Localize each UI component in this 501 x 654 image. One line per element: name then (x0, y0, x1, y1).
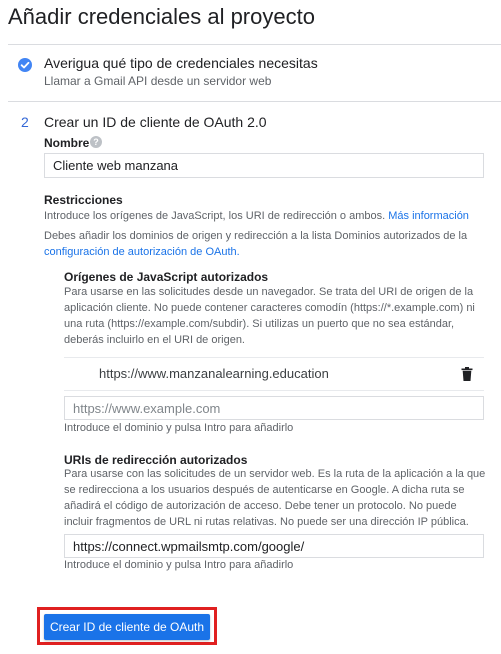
name-label: Nombre (44, 136, 90, 150)
redirect-uris-desc-line: incluir fragmentos de URL ni rutas relat… (64, 516, 469, 528)
js-origins-desc-line: Para usarse en las solicitudes desde un … (64, 286, 474, 298)
redirect-uris-desc-line: añadirá el código de autorización de acc… (64, 500, 457, 512)
restrictions-description: Introduce los orígenes de JavaScript, lo… (44, 208, 469, 224)
redirect-uris-desc-line: Para usarse con las solicitudes de un se… (64, 468, 486, 480)
divider (8, 101, 501, 102)
origin-row-top-border (64, 357, 484, 358)
divider (8, 44, 501, 45)
create-oauth-client-button[interactable]: Crear ID de cliente de OAuth (44, 614, 210, 640)
existing-origin-uri: https://www.manzanalearning.education (99, 366, 329, 381)
oauth-consent-link[interactable]: configuración de autorización de OAuth. (44, 244, 240, 260)
js-origins-desc-line: una ruta (https://example.com/subdir). S… (64, 318, 455, 330)
step2-title: Crear un ID de cliente de OAuth 2.0 (44, 114, 267, 130)
js-origin-input[interactable] (64, 396, 484, 420)
js-origins-desc-line: deberás incluirlo en el URI de origen. (64, 334, 245, 346)
origin-row-bottom-border (64, 390, 484, 391)
page-title: Añadir credenciales al proyecto (8, 4, 315, 29)
more-info-link[interactable]: Más información (388, 210, 469, 222)
step1-subtitle: Llamar a Gmail API desde un servidor web (44, 74, 272, 88)
redirect-uris-title: URIs de redirección autorizados (64, 453, 248, 467)
js-origins-title: Orígenes de JavaScript autorizados (64, 270, 269, 284)
restrictions-description-text: Introduce los orígenes de JavaScript, lo… (44, 210, 386, 222)
restrictions-title: Restricciones (44, 193, 123, 207)
redirect-uri-hint: Introduce el dominio y pulsa Intro para … (64, 559, 294, 571)
js-origin-hint: Introduce el dominio y pulsa Intro para … (64, 422, 294, 434)
help-circle-icon[interactable]: ? (90, 136, 102, 148)
step1-title: Averigua qué tipo de credenciales necesi… (44, 55, 318, 71)
domains-note: Debes añadir los dominios de origen y re… (44, 230, 468, 242)
js-origins-desc-line: aplicación cliente. No puede contener ca… (64, 302, 475, 314)
redirect-uris-desc-line: se redirecciona a los usuarios después d… (64, 484, 465, 496)
redirect-uris-description: Para usarse con las solicitudes de un se… (64, 466, 485, 530)
redirect-uri-input[interactable] (64, 534, 484, 558)
check-circle-icon (18, 58, 32, 72)
js-origins-description: Para usarse en las solicitudes desde un … (64, 284, 475, 348)
name-input[interactable] (44, 153, 484, 178)
step2-number: 2 (21, 114, 29, 130)
trash-icon[interactable] (461, 367, 473, 381)
